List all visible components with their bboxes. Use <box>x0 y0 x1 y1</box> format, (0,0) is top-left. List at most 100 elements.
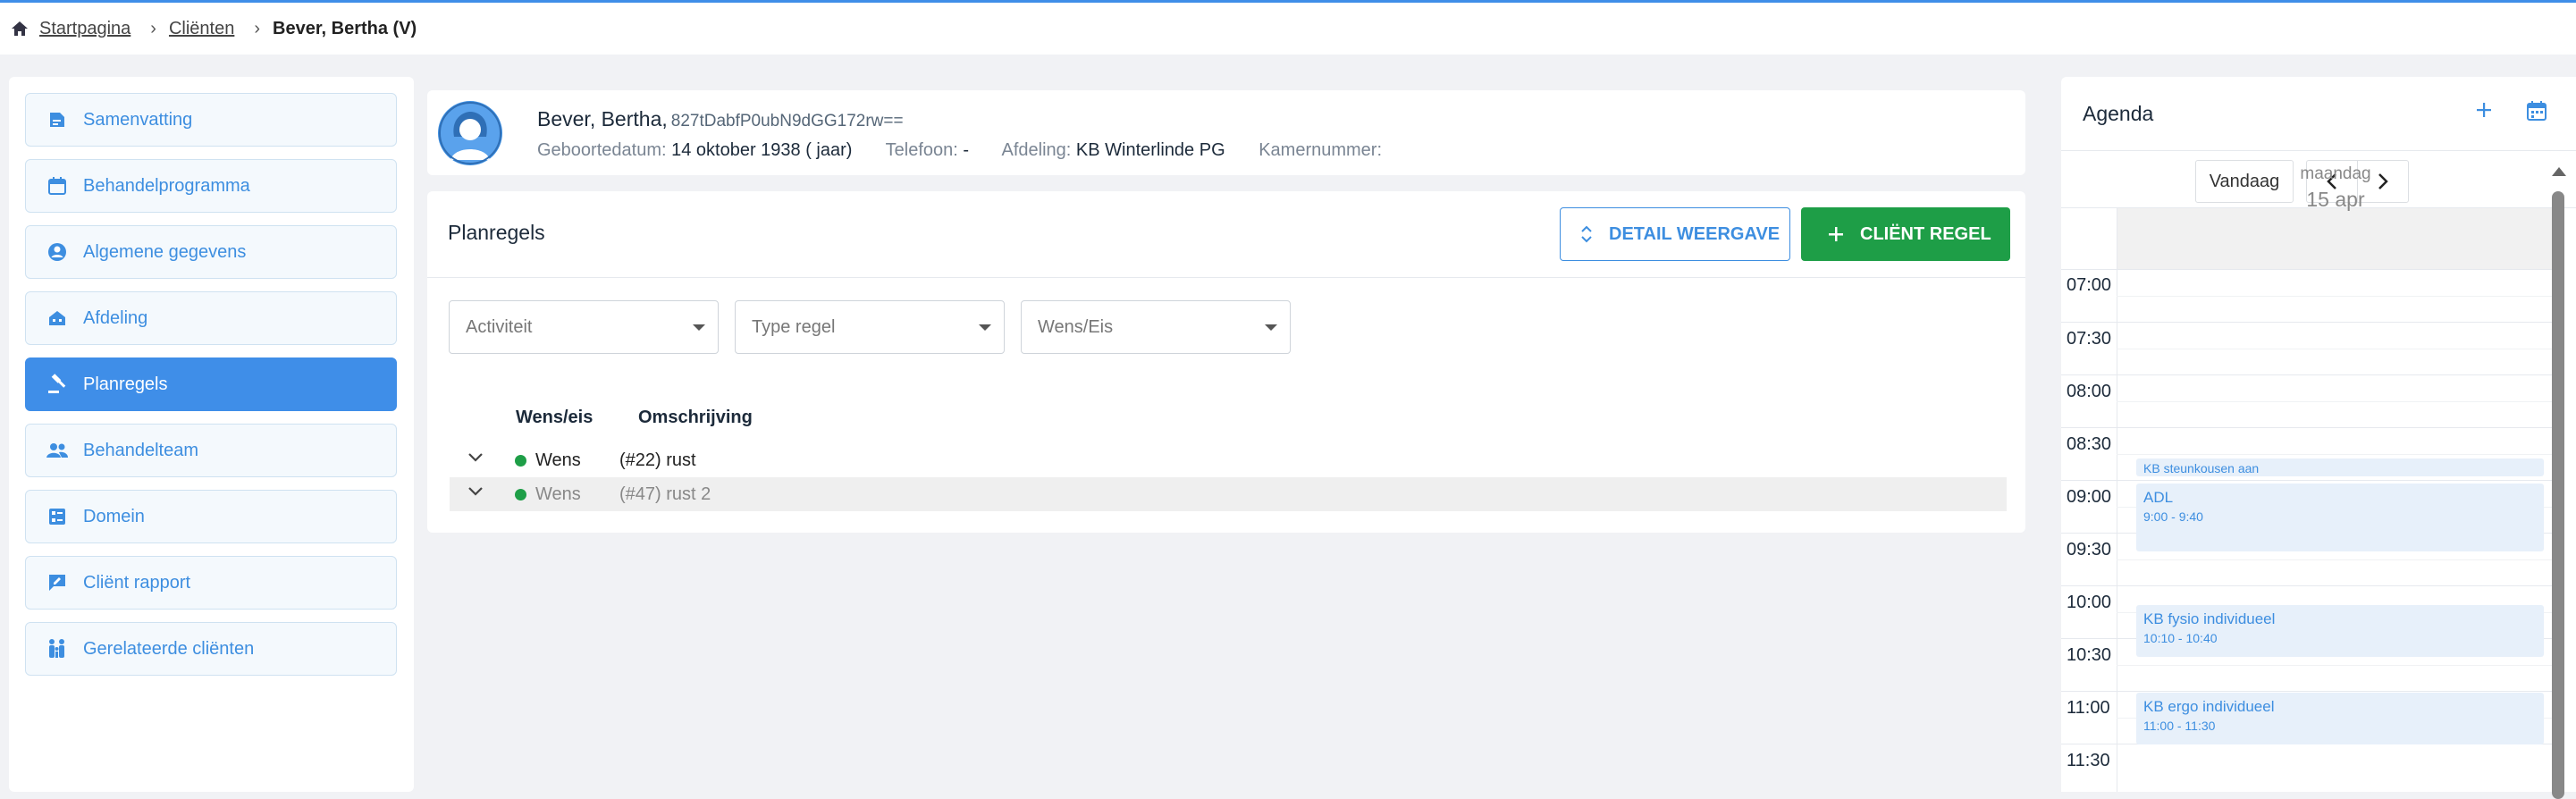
agenda-title: Agenda <box>2083 102 2154 125</box>
table-row[interactable]: Wens (#47) rust 2 <box>450 477 2007 511</box>
time-label: 11:00 <box>2067 698 2110 718</box>
home-icon[interactable] <box>11 19 30 38</box>
sidebar-item-samenvatting[interactable]: Samenvatting <box>25 93 397 147</box>
sidebar-item-afdeling[interactable]: Afdeling <box>25 291 397 345</box>
patient-name: Bever, Bertha, 827tDabfP0ubN9dGG172rw== <box>537 107 904 130</box>
patient-department: KB Winterlinde PG <box>1075 140 1225 160</box>
agenda-panel: Agenda Vandaag maandag 15 apr 07:00 07:3… <box>2061 77 2576 792</box>
divider <box>2061 691 2555 692</box>
add-event-icon[interactable] <box>2474 100 2494 120</box>
wish-requirement-filter-select[interactable]: Wens/Eis <box>1021 300 1291 354</box>
sidebar: Samenvatting Behandelprogramma Algemene … <box>9 77 414 792</box>
time-label: 08:00 <box>2067 382 2112 401</box>
patient-card: Bever, Bertha, 827tDabfP0ubN9dGG172rw== G… <box>427 90 2025 175</box>
divider <box>2061 374 2555 375</box>
sidebar-item-label: Afdeling <box>83 307 148 328</box>
breadcrumb: Startpagina › Cliënten › Bever, Bertha (… <box>0 3 2576 55</box>
patient-dob: 14 oktober 1938 ( jaar) <box>671 140 853 160</box>
sidebar-item-domein[interactable]: Domein <box>25 490 397 543</box>
scroll-up-arrow-icon[interactable] <box>2552 167 2566 176</box>
sidebar-item-label: Domein <box>83 506 145 526</box>
agenda-event[interactable]: KB ergo individueel 11:00 - 11:30 <box>2136 693 2544 744</box>
sidebar-item-label: Behandelteam <box>83 440 198 460</box>
table-row[interactable]: Wens (#22) rust <box>450 443 2007 477</box>
activity-filter-select[interactable]: Activiteit <box>449 300 719 354</box>
time-label: 10:00 <box>2067 593 2112 612</box>
sidebar-item-label: Planregels <box>83 374 168 394</box>
expand-row-icon[interactable] <box>467 452 484 463</box>
status-dot <box>515 455 526 467</box>
patient-phone: - <box>963 140 970 160</box>
gavel-icon <box>46 373 69 396</box>
row-description: (#22) rust <box>619 450 696 470</box>
planregels-card: Planregels DETAIL WEERGAVE CLIËNT REGEL … <box>427 191 2025 533</box>
account-circle-icon <box>46 240 69 264</box>
sidebar-item-client-rapport[interactable]: Cliënt rapport <box>25 556 397 610</box>
calendar-icon[interactable] <box>2526 100 2547 122</box>
page-title: Planregels <box>448 221 545 244</box>
caret-down-icon <box>1265 324 1277 331</box>
agenda-event[interactable]: ADL 9:00 - 9:40 <box>2136 484 2544 551</box>
domain-list-icon <box>46 505 69 528</box>
avatar <box>438 101 502 165</box>
time-label: 09:00 <box>2067 487 2112 507</box>
sidebar-item-label: Algemene gegevens <box>83 241 247 262</box>
time-label: 11:30 <box>2067 751 2110 770</box>
column-header-omschrijving[interactable]: Omschrijving <box>638 408 753 428</box>
day-name: maandag <box>2300 164 2371 183</box>
sidebar-item-behandelprogramma[interactable]: Behandelprogramma <box>25 159 397 213</box>
time-label: 09:30 <box>2067 540 2112 559</box>
sidebar-item-label: Samenvatting <box>83 109 193 130</box>
divider <box>2061 427 2555 428</box>
add-client-rule-button[interactable]: CLIËNT REGEL <box>1801 207 2010 261</box>
chevron-right-icon: › <box>254 18 261 38</box>
family-icon <box>46 637 69 660</box>
divider <box>2117 559 2555 560</box>
day-date: 15 apr <box>2306 188 2365 211</box>
row-description: (#47) rust 2 <box>619 484 711 504</box>
divider <box>2117 454 2555 455</box>
breadcrumb-current: Bever, Bertha (V) <box>273 18 417 38</box>
sidebar-item-behandelteam[interactable]: Behandelteam <box>25 424 397 477</box>
plus-icon <box>1828 226 1844 242</box>
sidebar-item-gerelateerde-clienten[interactable]: Gerelateerde cliënten <box>25 622 397 676</box>
patient-hash: 827tDabfP0ubN9dGG172rw== <box>670 112 904 130</box>
column-header-wens-eis[interactable]: Wens/eis <box>516 408 593 428</box>
divider <box>2117 665 2555 666</box>
divider <box>2117 401 2555 402</box>
divider <box>2117 296 2555 297</box>
sidebar-item-label: Cliënt rapport <box>83 572 191 593</box>
building-icon <box>46 307 69 330</box>
female-avatar-icon <box>439 102 501 164</box>
sidebar-item-label: Gerelateerde cliënten <box>83 638 255 659</box>
caret-down-icon <box>979 324 991 331</box>
report-icon <box>46 571 69 594</box>
chevron-right-icon: › <box>150 18 156 38</box>
time-label: 07:30 <box>2067 329 2112 349</box>
time-label: 10:30 <box>2067 645 2112 665</box>
unfold-icon <box>1580 224 1593 244</box>
time-label: 07:00 <box>2067 275 2112 295</box>
time-label: 08:30 <box>2067 434 2112 454</box>
caret-down-icon <box>693 324 705 331</box>
planregels-header: Planregels DETAIL WEERGAVE CLIËNT REGEL <box>427 191 2025 278</box>
divider <box>2061 322 2555 323</box>
rule-type-filter-select[interactable]: Type regel <box>735 300 1005 354</box>
breadcrumb-clients-link[interactable]: Cliënten <box>169 19 234 39</box>
agenda-event[interactable]: KB steunkousen aan <box>2136 458 2544 476</box>
summary-icon <box>46 108 69 131</box>
status-dot <box>515 489 526 500</box>
agenda-event[interactable]: KB fysio individueel 10:10 - 10:40 <box>2136 605 2544 657</box>
detail-view-button[interactable]: DETAIL WEERGAVE <box>1560 207 1790 261</box>
expand-row-icon[interactable] <box>467 486 484 497</box>
row-type: Wens <box>535 450 581 470</box>
agenda-scrollbar[interactable] <box>2552 191 2564 799</box>
breadcrumb-home-link[interactable]: Startpagina <box>39 19 130 39</box>
divider <box>2061 269 2555 270</box>
row-type: Wens <box>535 484 581 504</box>
sidebar-item-algemene-gegevens[interactable]: Algemene gegevens <box>25 225 397 279</box>
divider <box>2061 480 2555 481</box>
sidebar-item-planregels[interactable]: Planregels <box>25 357 397 411</box>
people-icon <box>46 439 69 462</box>
day-header <box>2117 208 2555 269</box>
